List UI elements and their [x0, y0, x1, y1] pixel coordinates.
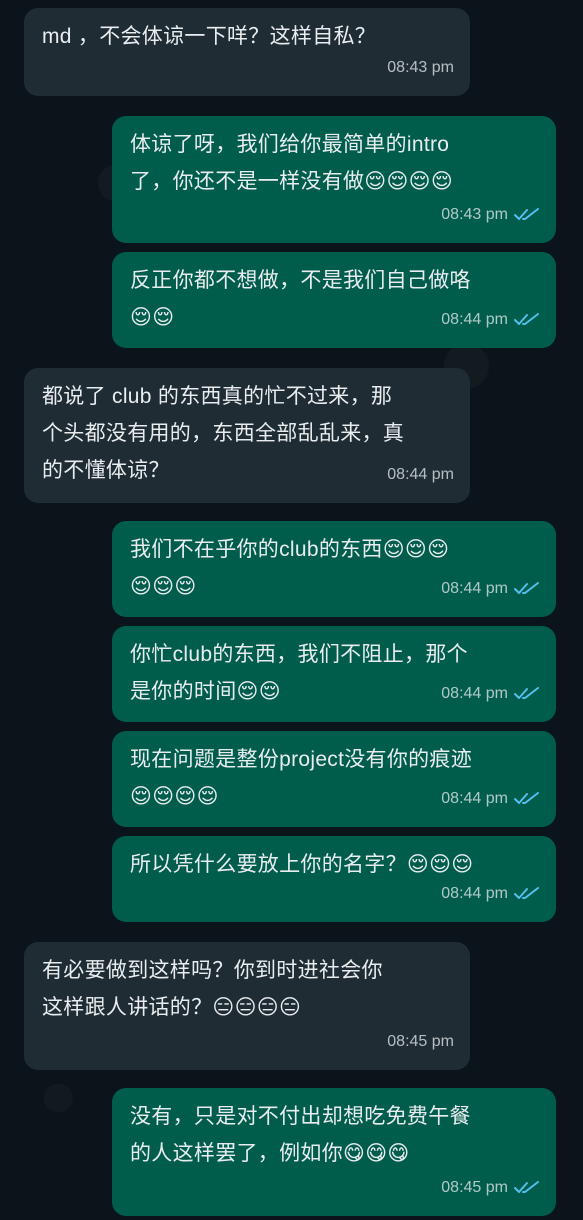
message-meta: 08:45 pm [387, 1023, 454, 1060]
message-text: 有必要做到这样吗？你到时进社会你 这样跟人讲话的？😑😑😑😑 [42, 959, 383, 1019]
message-meta: 08:44 pm [441, 675, 540, 712]
message-bubble-incoming[interactable]: 都说了 club 的东西真的忙不过来，那 个头都没有用的，东西全部乱乱来，真 的… [24, 368, 470, 503]
message-meta: 08:43 pm [387, 49, 454, 86]
message-time: 08:45 pm [441, 1179, 508, 1196]
message-time: 08:44 pm [387, 466, 454, 483]
double-check-icon [514, 312, 539, 325]
message-time: 08:45 pm [387, 1033, 454, 1050]
message-bubble-outgoing[interactable]: 现在问题是整份project没有你的痕迹 😌😌😌😌 08:44 pm [112, 731, 556, 827]
message-meta: 08:44 pm [387, 456, 454, 493]
double-check-icon [514, 791, 539, 804]
message-bubble-outgoing[interactable]: 反正你都不想做，不是我们自己做咯 😌😌 08:44 pm [112, 252, 556, 348]
message-bubble-outgoing[interactable]: 所以凭什么要放上你的名字？😌😌😌 08:44 pm [112, 836, 556, 922]
double-check-icon [514, 1180, 539, 1193]
message-bubble-incoming[interactable]: md ，不会体谅一下咩？这样自私？ 08:43 pm [24, 8, 470, 96]
message-bubble-outgoing[interactable]: 没有，只是对不付出却想吃免费午餐 的人这样罢了，例如你😋😋😋 08:45 pm [112, 1088, 556, 1216]
double-check-icon [514, 207, 539, 220]
message-time: 08:43 pm [387, 59, 454, 76]
message-meta: 08:44 pm [441, 875, 540, 912]
double-check-icon [514, 886, 539, 899]
message-time: 08:44 pm [441, 885, 508, 902]
message-bubble-incoming[interactable]: 有必要做到这样吗？你到时进社会你 这样跟人讲话的？😑😑😑😑 08:45 pm [24, 942, 470, 1070]
message-time: 08:44 pm [441, 580, 508, 597]
message-meta: 08:44 pm [441, 301, 540, 338]
message-text: 没有，只是对不付出却想吃免费午餐 的人这样罢了，例如你😋😋😋 [130, 1105, 471, 1165]
message-bubble-outgoing[interactable]: 你忙club的东西，我们不阻止，那个 是你的时间😌😌 08:44 pm [112, 626, 556, 722]
message-meta: 08:44 pm [441, 570, 540, 607]
message-time: 08:44 pm [441, 685, 508, 702]
message-time: 08:44 pm [441, 790, 508, 807]
message-meta: 08:43 pm [441, 196, 540, 233]
message-time: 08:43 pm [441, 206, 508, 223]
message-meta: 08:44 pm [441, 780, 540, 817]
message-text: 体谅了呀，我们给你最简单的intro 了，你还不是一样没有做😌😌😌😌 [130, 133, 454, 193]
message-time: 08:44 pm [441, 311, 508, 328]
message-bubble-outgoing[interactable]: 体谅了呀，我们给你最简单的intro 了，你还不是一样没有做😌😌😌😌 08:43… [112, 116, 556, 243]
double-check-icon [514, 581, 539, 594]
message-meta: 08:45 pm [441, 1169, 540, 1206]
message-bubble-outgoing[interactable]: 我们不在乎你的club的东西😌😌😌 😌😌😌 08:44 pm [112, 521, 556, 617]
double-check-icon [514, 686, 539, 699]
